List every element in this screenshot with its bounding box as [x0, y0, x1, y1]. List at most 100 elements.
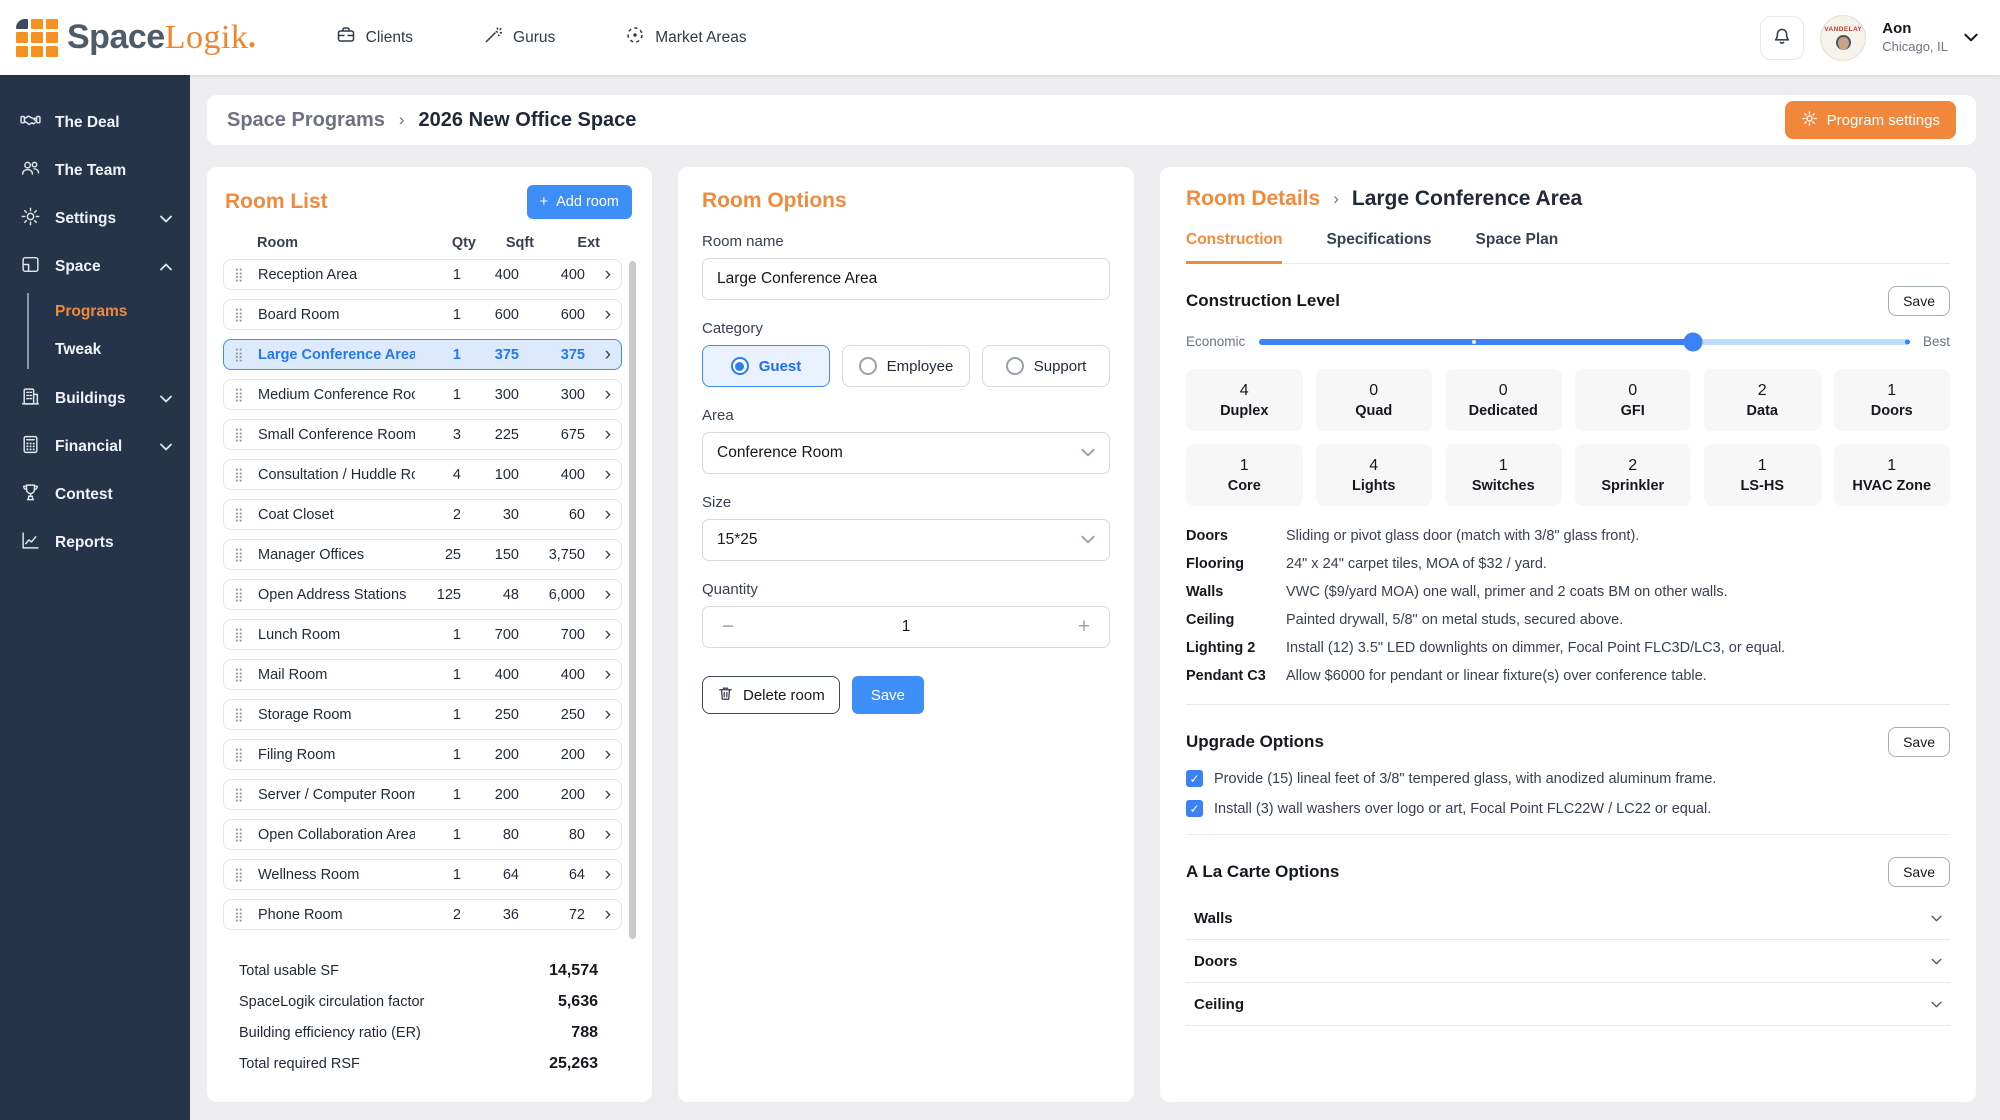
- drag-handle-icon[interactable]: ⣿: [234, 547, 250, 563]
- accordion-section[interactable]: Doors: [1186, 940, 1950, 983]
- slider-handle[interactable]: [1683, 332, 1702, 351]
- chevron-right-icon[interactable]: ›: [585, 665, 611, 684]
- table-row[interactable]: ⣿ Manager Offices 25 150 3,750 ›: [223, 539, 622, 570]
- alacarte-save-button[interactable]: Save: [1888, 857, 1950, 887]
- drag-handle-icon[interactable]: ⣿: [234, 827, 250, 843]
- drag-handle-icon[interactable]: ⣿: [234, 427, 250, 443]
- chevron-right-icon[interactable]: ›: [585, 385, 611, 404]
- chevron-right-icon[interactable]: ›: [585, 545, 611, 564]
- drag-handle-icon[interactable]: ⣿: [234, 387, 250, 403]
- category-radio-option[interactable]: Employee: [842, 345, 970, 387]
- magic-wand-icon: [483, 25, 503, 50]
- table-row[interactable]: ⣿ Open Collaboration Area 1 80 80 ›: [223, 819, 622, 850]
- table-row[interactable]: ⣿ Mail Room 1 400 400 ›: [223, 659, 622, 690]
- chevron-right-icon[interactable]: ›: [585, 865, 611, 884]
- table-row[interactable]: ⣿ Wellness Room 1 64 64 ›: [223, 859, 622, 890]
- sidebar-item-settings[interactable]: Settings: [0, 195, 190, 243]
- chevron-right-icon[interactable]: ›: [585, 785, 611, 804]
- checkbox-checked-icon[interactable]: ✓: [1186, 800, 1203, 817]
- chevron-right-icon[interactable]: ›: [585, 745, 611, 764]
- drag-handle-icon[interactable]: ⣿: [234, 347, 250, 363]
- drag-handle-icon[interactable]: ⣿: [234, 907, 250, 923]
- sidebar-item-the-team[interactable]: The Team: [0, 147, 190, 195]
- tab-specifications[interactable]: Specifications: [1326, 231, 1431, 264]
- category-radio-option[interactable]: Support: [982, 345, 1110, 387]
- spacelogik-logo[interactable]: SpaceLogik●: [16, 19, 256, 57]
- category-radio-option[interactable]: Guest: [702, 345, 830, 387]
- construction-save-button[interactable]: Save: [1888, 286, 1950, 316]
- drag-handle-icon[interactable]: ⣿: [234, 507, 250, 523]
- sidebar-item-programs[interactable]: Programs: [55, 293, 190, 331]
- table-row[interactable]: ⣿ Board Room 1 600 600 ›: [223, 299, 622, 330]
- chevron-right-icon[interactable]: ›: [585, 465, 611, 484]
- tab-space-plan[interactable]: Space Plan: [1476, 231, 1559, 264]
- area-select[interactable]: Conference Room: [702, 432, 1110, 474]
- room-name: Server / Computer Room: [258, 787, 415, 803]
- sidebar-item-buildings[interactable]: Buildings: [0, 375, 190, 423]
- table-row[interactable]: ⣿ Coat Closet 2 30 60 ›: [223, 499, 622, 530]
- building-icon: [20, 386, 41, 412]
- drag-handle-icon[interactable]: ⣿: [234, 667, 250, 683]
- table-row[interactable]: ⣿ Small Conference Room 3 225 675 ›: [223, 419, 622, 450]
- tab-construction[interactable]: Construction: [1186, 231, 1282, 264]
- table-row[interactable]: ⣿ Consultation / Huddle Ro... 4 100 400 …: [223, 459, 622, 490]
- sidebar-item-reports[interactable]: Reports: [0, 519, 190, 567]
- drag-handle-icon[interactable]: ⣿: [234, 787, 250, 803]
- drag-handle-icon[interactable]: ⣿: [234, 467, 250, 483]
- user-menu[interactable]: Aon Chicago, IL: [1882, 20, 1948, 55]
- program-settings-button[interactable]: Program settings: [1785, 101, 1956, 139]
- table-row[interactable]: ⣿ Filing Room 1 200 200 ›: [223, 739, 622, 770]
- room-ext: 6,000: [519, 587, 585, 603]
- sidebar-item-tweak[interactable]: Tweak: [55, 331, 190, 369]
- chevron-right-icon[interactable]: ›: [585, 625, 611, 644]
- table-row[interactable]: ⣿ Open Address Stations 125 48 6,000 ›: [223, 579, 622, 610]
- table-row[interactable]: ⣿ Reception Area 1 400 400 ›: [223, 259, 622, 290]
- breadcrumb-parent-link[interactable]: Space Programs: [227, 109, 385, 132]
- notifications-button[interactable]: [1760, 16, 1804, 60]
- user-avatar[interactable]: VANDELAY: [1820, 15, 1866, 61]
- scrollbar[interactable]: [629, 261, 636, 939]
- checkbox-checked-icon[interactable]: ✓: [1186, 770, 1203, 787]
- save-button[interactable]: Save: [852, 676, 924, 714]
- add-room-button[interactable]: + Add room: [527, 185, 632, 219]
- room-name-input[interactable]: [702, 258, 1110, 300]
- sidebar-item-the-deal[interactable]: The Deal: [0, 99, 190, 147]
- minus-button[interactable]: −: [715, 615, 741, 639]
- drag-handle-icon[interactable]: ⣿: [234, 707, 250, 723]
- size-select[interactable]: 15*25: [702, 519, 1110, 561]
- sidebar-item-space[interactable]: Space: [0, 243, 190, 291]
- drag-handle-icon[interactable]: ⣿: [234, 747, 250, 763]
- drag-handle-icon[interactable]: ⣿: [234, 627, 250, 643]
- table-row[interactable]: ⣿ Lunch Room 1 700 700 ›: [223, 619, 622, 650]
- accordion-section[interactable]: Walls: [1186, 897, 1950, 940]
- drag-handle-icon[interactable]: ⣿: [234, 587, 250, 603]
- table-row[interactable]: ⣿ Server / Computer Room 1 200 200 ›: [223, 779, 622, 810]
- table-row[interactable]: ⣿ Medium Conference Room 1 300 300 ›: [223, 379, 622, 410]
- accordion-section[interactable]: Ceiling: [1186, 983, 1950, 1026]
- table-row[interactable]: ⣿ Phone Room 2 36 72 ›: [223, 899, 622, 930]
- chevron-right-icon[interactable]: ›: [585, 345, 611, 364]
- drag-handle-icon[interactable]: ⣿: [234, 267, 250, 283]
- chevron-right-icon[interactable]: ›: [585, 305, 611, 324]
- drag-handle-icon[interactable]: ⣿: [234, 307, 250, 323]
- plus-button[interactable]: +: [1071, 615, 1097, 639]
- chevron-right-icon[interactable]: ›: [585, 825, 611, 844]
- nav-gurus[interactable]: Gurus: [483, 25, 555, 50]
- chevron-right-icon[interactable]: ›: [585, 265, 611, 284]
- sidebar-item-financial[interactable]: Financial: [0, 423, 190, 471]
- chevron-down-icon[interactable]: [1964, 29, 1978, 47]
- nav-market-areas[interactable]: Market Areas: [625, 25, 746, 50]
- chevron-right-icon[interactable]: ›: [585, 905, 611, 924]
- slider-track[interactable]: [1259, 339, 1909, 345]
- chevron-right-icon[interactable]: ›: [585, 505, 611, 524]
- drag-handle-icon[interactable]: ⣿: [234, 867, 250, 883]
- upgrade-save-button[interactable]: Save: [1888, 727, 1950, 757]
- sidebar-item-contest[interactable]: Contest: [0, 471, 190, 519]
- nav-clients[interactable]: Clients: [336, 25, 413, 50]
- table-row[interactable]: ⣿ Storage Room 1 250 250 ›: [223, 699, 622, 730]
- table-row[interactable]: ⣿ Large Conference Area 1 375 375 ›: [223, 339, 622, 370]
- chevron-right-icon[interactable]: ›: [585, 585, 611, 604]
- chevron-right-icon[interactable]: ›: [585, 705, 611, 724]
- delete-room-button[interactable]: Delete room: [702, 676, 840, 714]
- chevron-right-icon[interactable]: ›: [585, 425, 611, 444]
